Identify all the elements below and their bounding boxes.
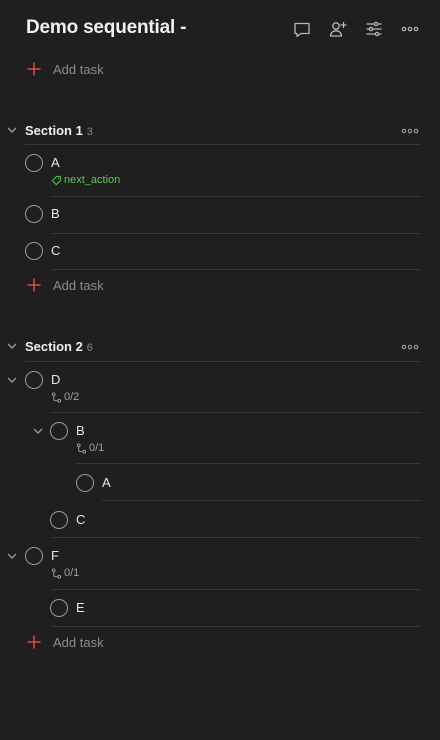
divider: [51, 196, 421, 197]
section-count: 3: [86, 126, 93, 138]
comment-icon[interactable]: [291, 18, 313, 40]
section-name: Section 2: [25, 339, 83, 354]
view-options-icon[interactable]: [363, 18, 385, 40]
plus-icon: [27, 278, 41, 292]
divider: [51, 589, 421, 590]
subtask-icon: [51, 391, 62, 403]
add-task-button[interactable]: Add task: [26, 630, 104, 654]
task-item[interactable]: C: [0, 242, 440, 270]
task-name: D: [51, 372, 61, 387]
task-name: C: [76, 512, 86, 527]
task-item[interactable]: F 0/1: [0, 547, 440, 579]
divider: [76, 463, 421, 464]
task-name: B: [76, 423, 85, 438]
task-name: C: [51, 243, 61, 258]
section-header: Section 13: [0, 118, 440, 144]
tag-icon: [51, 175, 62, 185]
subtask-count-text: 0/2: [64, 391, 80, 403]
section-name: Section 1: [25, 123, 83, 138]
plus-icon: [27, 635, 41, 649]
complete-checkbox[interactable]: [25, 154, 43, 172]
subtask-icon: [51, 567, 62, 579]
divider: [25, 361, 421, 362]
section-more-icon[interactable]: [400, 124, 420, 138]
project-header: Demo sequential -: [0, 0, 440, 58]
divider: [51, 269, 421, 270]
task-item[interactable]: B 0/1: [0, 422, 440, 454]
task-name: F: [51, 548, 59, 563]
task-name: A: [51, 155, 60, 170]
complete-checkbox[interactable]: [25, 205, 43, 223]
divider: [51, 412, 421, 413]
task-item[interactable]: C: [0, 511, 440, 539]
complete-checkbox[interactable]: [76, 474, 94, 492]
divider: [25, 144, 421, 145]
chevron-down-icon[interactable]: [6, 340, 18, 352]
section-header: Section 26: [0, 334, 440, 360]
complete-checkbox[interactable]: [50, 599, 68, 617]
section-more-icon[interactable]: [400, 340, 420, 354]
more-icon[interactable]: [399, 18, 421, 40]
task-item[interactable]: E: [0, 599, 440, 627]
task-name: E: [76, 600, 85, 615]
add-person-icon[interactable]: [327, 18, 349, 40]
task-name: B: [51, 206, 60, 221]
section-title: Section 13: [25, 123, 93, 138]
chevron-down-icon[interactable]: [6, 550, 18, 562]
divider: [51, 626, 421, 627]
plus-icon: [27, 62, 41, 76]
add-task-label: Add task: [53, 277, 104, 293]
complete-checkbox[interactable]: [25, 371, 43, 389]
divider: [102, 500, 421, 501]
subtask-count-text: 0/1: [64, 567, 80, 579]
add-task-label: Add task: [53, 634, 104, 650]
complete-checkbox[interactable]: [25, 242, 43, 260]
section-title: Section 26: [25, 339, 93, 354]
complete-checkbox[interactable]: [50, 422, 68, 440]
task-item[interactable]: D 0/2: [0, 371, 440, 403]
complete-checkbox[interactable]: [25, 547, 43, 565]
divider: [51, 537, 421, 538]
task-item[interactable]: B: [0, 205, 440, 233]
task-item[interactable]: A: [0, 474, 440, 502]
task-item[interactable]: A next_action: [0, 154, 440, 186]
task-name: A: [102, 475, 111, 490]
divider: [51, 233, 421, 234]
complete-checkbox[interactable]: [50, 511, 68, 529]
subtask-count: 0/1: [51, 567, 79, 579]
project-view: Demo sequential - Add task Section 1 3 A…: [0, 0, 440, 740]
add-task-button[interactable]: Add task: [26, 57, 104, 81]
chevron-down-icon[interactable]: [32, 425, 44, 437]
add-task-button[interactable]: Add task: [26, 273, 104, 297]
chevron-down-icon[interactable]: [6, 124, 18, 136]
chevron-down-icon[interactable]: [6, 374, 18, 386]
subtask-count-text: 0/1: [89, 442, 105, 454]
subtask-icon: [76, 442, 87, 454]
project-title: Demo sequential -: [26, 17, 187, 38]
subtask-count: 0/1: [76, 442, 104, 454]
task-label-text: next_action: [64, 174, 121, 186]
add-task-label: Add task: [53, 61, 104, 77]
task-label[interactable]: next_action: [51, 174, 120, 186]
subtask-count: 0/2: [51, 391, 79, 403]
section-count: 6: [86, 342, 93, 354]
